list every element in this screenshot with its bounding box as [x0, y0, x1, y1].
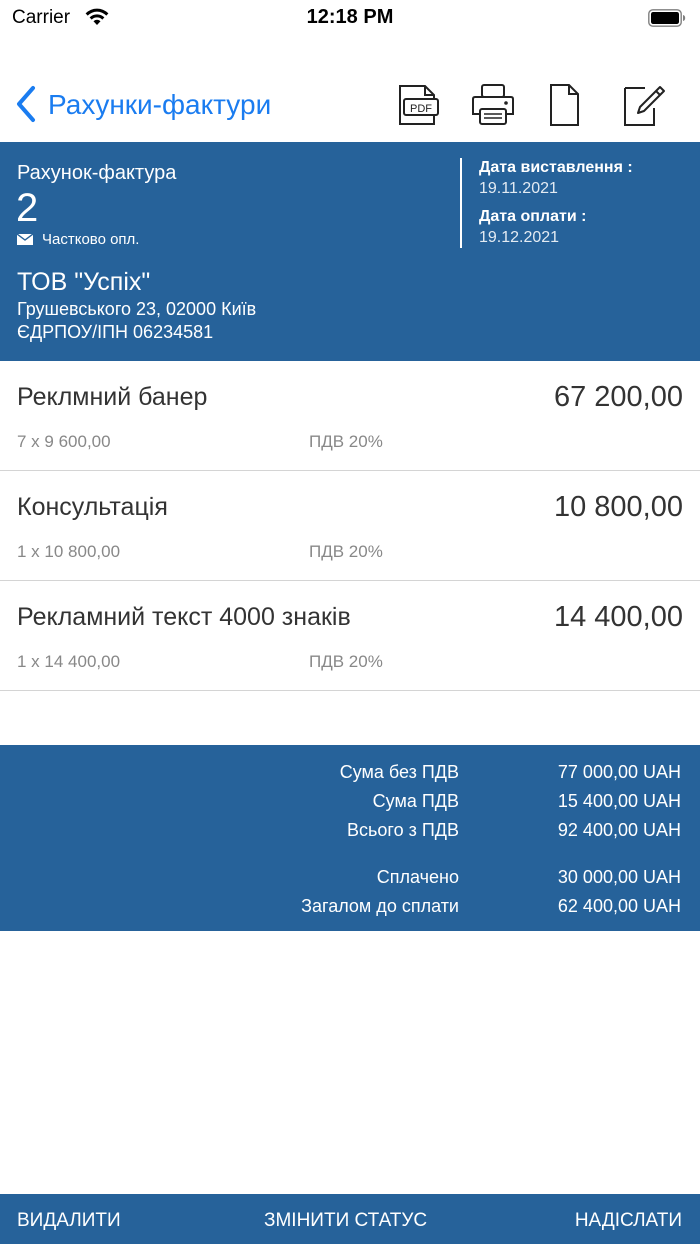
- paid-row: Сплачено 30 000,00 UAH: [0, 867, 700, 891]
- paid-value: 30 000,00 UAH: [557, 867, 681, 887]
- item-total: 10 800,00: [553, 491, 683, 523]
- navigation-bar: Рахунки-фактури PDF: [0, 72, 700, 138]
- status-bar: Carrier 12:18 PM: [0, 0, 700, 36]
- item-vat: ПДВ 20%: [309, 652, 383, 671]
- item-qty-price: 7 x 9 600,00: [17, 432, 111, 451]
- list-item[interactable]: Рекламний текст 4000 знаків 14 400,00 1 …: [0, 581, 700, 691]
- client-name: ТОВ "Успіх": [17, 268, 151, 296]
- item-vat: ПДВ 20%: [309, 542, 383, 561]
- item-name: Реклмний банер: [17, 383, 208, 411]
- due-date-label: Дата оплати :: [479, 208, 587, 225]
- envelope-icon: [17, 234, 33, 245]
- edit-icon[interactable]: [620, 82, 666, 128]
- list-item[interactable]: Консультація 10 800,00 1 x 10 800,00 ПДВ…: [0, 471, 700, 581]
- amount-due-value: 62 400,00 UAH: [557, 896, 681, 916]
- item-name: Рекламний текст 4000 знаків: [17, 603, 351, 631]
- pdf-icon[interactable]: PDF: [394, 82, 440, 128]
- back-button[interactable]: Рахунки-фактури: [48, 89, 271, 121]
- status-time: 12:18 PM: [306, 6, 394, 28]
- issue-date: 19.11.2021: [479, 180, 558, 197]
- svg-text:PDF: PDF: [410, 103, 432, 115]
- vat-value: 15 400,00 UAH: [557, 791, 681, 811]
- subtotal-row: Сума без ПДВ 77 000,00 UAH: [0, 762, 700, 786]
- due-date: 19.12.2021: [479, 229, 560, 246]
- amount-due-row: Загалом до сплати 62 400,00 UAH: [0, 896, 700, 920]
- change-status-button[interactable]: ЗМІНИТИ СТАТУС: [264, 1210, 427, 1232]
- totals-panel: Сума без ПДВ 77 000,00 UAH Сума ПДВ 15 4…: [0, 745, 700, 931]
- issue-date-label: Дата виставлення :: [479, 159, 633, 176]
- invoice-status: Частково опл.: [17, 231, 139, 248]
- vat-label: Сума ПДВ: [372, 791, 459, 811]
- invoice-number: 2: [16, 186, 39, 230]
- item-total: 67 200,00: [553, 381, 683, 413]
- item-total: 14 400,00: [553, 601, 683, 633]
- delete-button[interactable]: ВИДАЛИТИ: [17, 1210, 121, 1232]
- invoice-header: Рахунок-фактура 2 Частково опл. Дата вис…: [0, 142, 700, 361]
- bottom-action-bar: ВИДАЛИТИ ЗМІНИТИ СТАТУС НАДІСЛАТИ: [0, 1194, 700, 1244]
- send-button[interactable]: НАДІСЛАТИ: [575, 1210, 682, 1232]
- item-vat: ПДВ 20%: [309, 432, 383, 451]
- total-row: Всього з ПДВ 92 400,00 UAH: [0, 820, 700, 844]
- status-text: Частково опл.: [42, 231, 140, 248]
- amount-due-label: Загалом до сплати: [301, 896, 459, 916]
- list-item[interactable]: Реклмний банер 67 200,00 7 x 9 600,00 ПД…: [0, 361, 700, 471]
- invoice-kind: Рахунок-фактура: [17, 162, 177, 184]
- item-qty-price: 1 x 14 400,00: [17, 652, 121, 671]
- total-label: Всього з ПДВ: [347, 820, 459, 840]
- invoice-items-list: Реклмний банер 67 200,00 7 x 9 600,00 ПД…: [0, 361, 700, 691]
- subtotal-label: Сума без ПДВ: [339, 762, 459, 782]
- printer-icon[interactable]: [470, 82, 516, 128]
- client-address: Грушевського 23, 02000 Київ: [17, 299, 257, 319]
- vat-row: Сума ПДВ 15 400,00 UAH: [0, 791, 700, 815]
- back-chevron-icon[interactable]: [14, 85, 38, 123]
- total-value: 92 400,00 UAH: [557, 820, 681, 840]
- document-icon[interactable]: [542, 82, 588, 128]
- paid-label: Сплачено: [376, 867, 459, 887]
- client-taxid: ЄДРПОУ/ІПН 06234581: [17, 322, 214, 342]
- item-qty-price: 1 x 10 800,00: [17, 542, 121, 561]
- subtotal-value: 77 000,00 UAH: [557, 762, 681, 782]
- header-divider: [460, 158, 462, 248]
- item-name: Консультація: [17, 493, 168, 521]
- battery-icon: [648, 9, 686, 27]
